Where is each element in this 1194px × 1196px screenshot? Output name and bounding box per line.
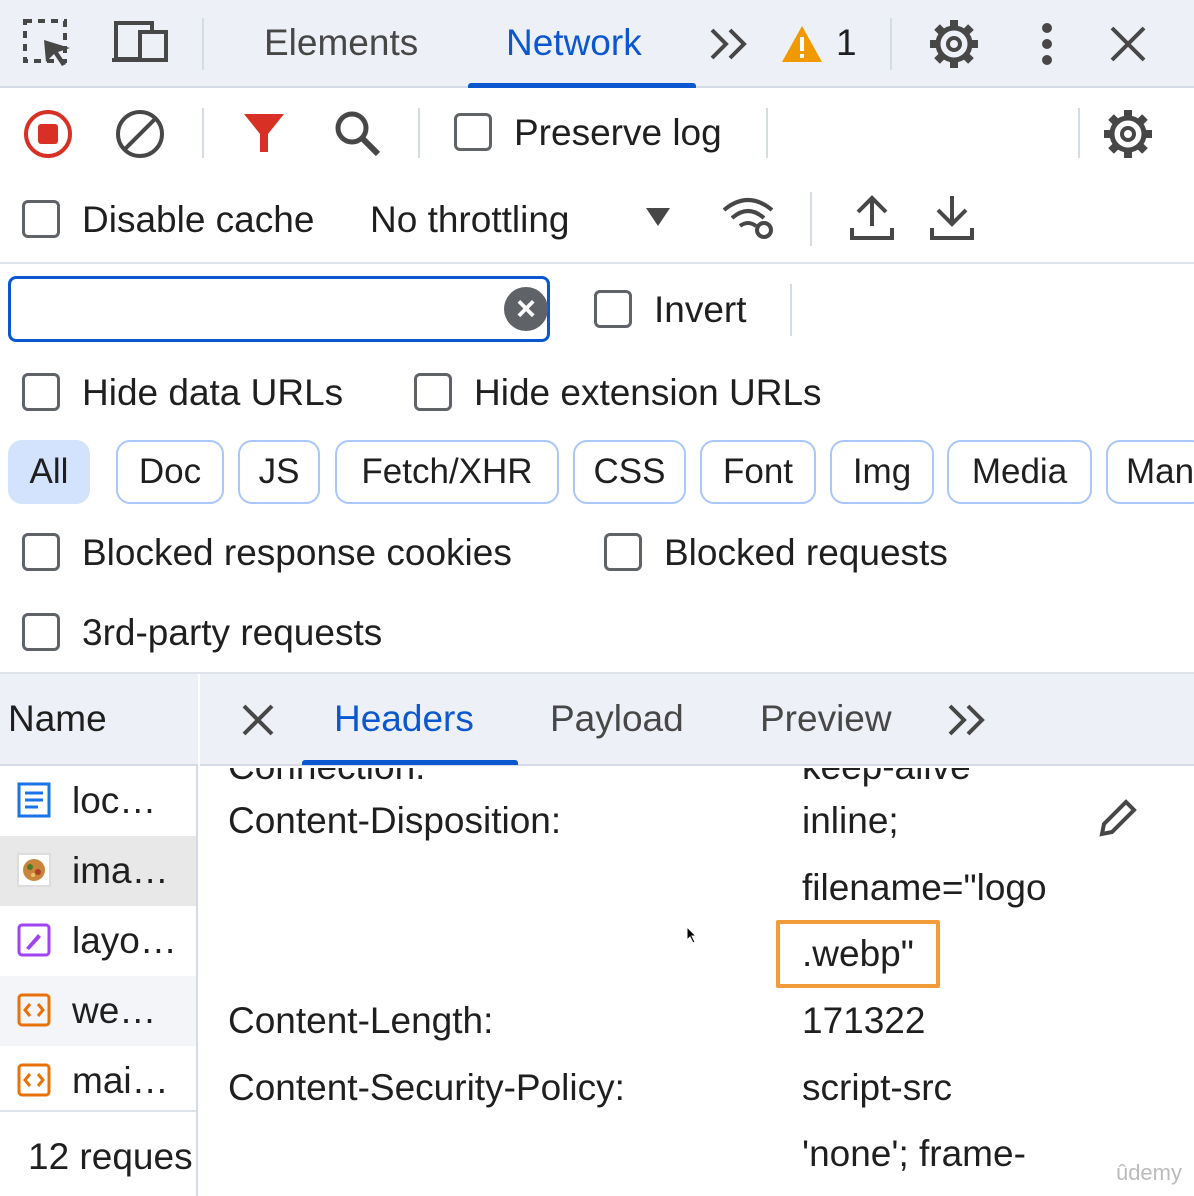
request-name: mai… (72, 1060, 169, 1101)
filter-funnel-icon[interactable] (242, 110, 286, 154)
header-value: inline; (802, 800, 899, 841)
header-key: Connection: (228, 768, 425, 788)
type-chip-manifest[interactable]: Man (1106, 440, 1194, 504)
type-chip-img[interactable]: Img (830, 440, 934, 504)
chevron-double-right-icon[interactable] (946, 702, 990, 738)
request-row-selected[interactable]: ima… (0, 836, 196, 906)
tab-network[interactable]: Network (506, 22, 642, 64)
inspect-element-icon[interactable] (22, 18, 74, 70)
export-har-icon[interactable] (930, 194, 974, 242)
css-icon (17, 923, 51, 957)
more-options-icon[interactable] (1038, 20, 1056, 68)
type-chip-media[interactable]: Media (947, 440, 1092, 504)
request-name: we… (72, 990, 157, 1031)
script-icon (17, 993, 51, 1027)
mouse-cursor-icon (686, 926, 698, 944)
header-value: 'none'; frame- (802, 1133, 1026, 1174)
highlight-annotation (776, 920, 940, 988)
throttling-select[interactable]: No throttling (370, 199, 570, 241)
settings-gear-icon[interactable] (928, 18, 980, 70)
hide-data-urls-label[interactable]: Hide data URLs (82, 372, 343, 414)
watermark-logo: ûdemy (1115, 1160, 1182, 1185)
invert-checkbox[interactable] (594, 290, 632, 328)
name-column-header[interactable]: Name (8, 698, 107, 740)
header-value: script-src (802, 1067, 953, 1108)
request-name: loc… (72, 780, 157, 821)
chevron-double-right-icon[interactable] (708, 26, 752, 62)
active-tab-indicator (468, 83, 696, 88)
active-details-tab-indicator (302, 760, 518, 765)
request-row[interactable]: layo… (0, 906, 196, 976)
invert-label[interactable]: Invert (654, 289, 747, 331)
separator (790, 284, 792, 336)
separator (810, 192, 812, 246)
type-chip-css[interactable]: CSS (573, 440, 686, 504)
disable-cache-label[interactable]: Disable cache (82, 199, 314, 241)
third-party-requests-label[interactable]: 3rd-party requests (82, 612, 382, 654)
separator (418, 108, 420, 158)
filter-input[interactable] (8, 276, 550, 342)
type-chip-all[interactable]: All (8, 440, 90, 504)
header-key: Content-Length: (228, 1000, 494, 1041)
warning-count[interactable]: 1 (836, 22, 857, 64)
status-divider (0, 1110, 196, 1112)
request-row[interactable]: mai… (0, 1046, 196, 1116)
preserve-log-checkbox[interactable] (454, 113, 492, 151)
preserve-log-label[interactable]: Preserve log (514, 112, 722, 154)
edit-pencil-icon[interactable] (1096, 796, 1140, 840)
third-party-requests-checkbox[interactable] (22, 613, 60, 651)
hide-data-urls-checkbox[interactable] (22, 373, 60, 411)
blocked-requests-label[interactable]: Blocked requests (664, 532, 948, 574)
dropdown-arrow-icon[interactable] (644, 206, 672, 228)
record-stop-icon[interactable] (22, 108, 74, 160)
tab-preview[interactable]: Preview (760, 698, 892, 740)
separator (766, 108, 768, 158)
header-value: keep-alive (802, 768, 971, 788)
header-value: filename="logo (802, 867, 1047, 908)
request-name: ima… (72, 850, 169, 891)
disable-cache-checkbox[interactable] (22, 200, 60, 238)
hide-extension-urls-label[interactable]: Hide extension URLs (474, 372, 822, 414)
import-har-icon[interactable] (850, 194, 894, 242)
header-value: 171322 (802, 1000, 926, 1041)
separator (1078, 108, 1080, 158)
header-key: Content-Disposition: (228, 800, 562, 841)
script-icon (17, 1063, 51, 1097)
type-chip-font[interactable]: Font (700, 440, 816, 504)
separator (202, 18, 204, 70)
request-row[interactable]: we… (0, 976, 196, 1046)
tab-payload[interactable]: Payload (550, 698, 684, 740)
blocked-requests-checkbox[interactable] (604, 533, 642, 571)
search-icon[interactable] (332, 108, 382, 158)
tab-headers[interactable]: Headers (334, 698, 474, 740)
image-thumbnail-icon (17, 853, 51, 887)
hide-extension-urls-checkbox[interactable] (414, 373, 452, 411)
blocked-response-cookies-checkbox[interactable] (22, 533, 60, 571)
toolbar-divider (0, 262, 1194, 264)
request-name: layo… (72, 920, 177, 961)
type-chip-js[interactable]: JS (238, 440, 320, 504)
type-chip-fetch-xhr[interactable]: Fetch/XHR (335, 440, 559, 504)
warning-icon[interactable] (780, 24, 824, 64)
close-devtools-icon[interactable] (1108, 24, 1148, 64)
separator (202, 108, 204, 158)
tab-elements[interactable]: Elements (264, 22, 418, 64)
header-key: Content-Security-Policy: (228, 1067, 625, 1108)
clear-log-icon[interactable] (114, 108, 166, 160)
clear-filter-icon[interactable]: × (504, 287, 548, 331)
network-conditions-icon[interactable] (720, 194, 780, 240)
request-row[interactable]: loc… (0, 766, 196, 836)
network-settings-gear-icon[interactable] (1102, 108, 1154, 160)
blocked-response-cookies-label[interactable]: Blocked response cookies (82, 532, 512, 574)
type-chip-doc[interactable]: Doc (116, 440, 224, 504)
close-details-icon[interactable] (240, 702, 276, 738)
request-count-status: 12 reques (28, 1136, 193, 1177)
separator (890, 18, 892, 70)
document-icon (17, 782, 51, 818)
device-toolbar-icon[interactable] (112, 20, 172, 66)
